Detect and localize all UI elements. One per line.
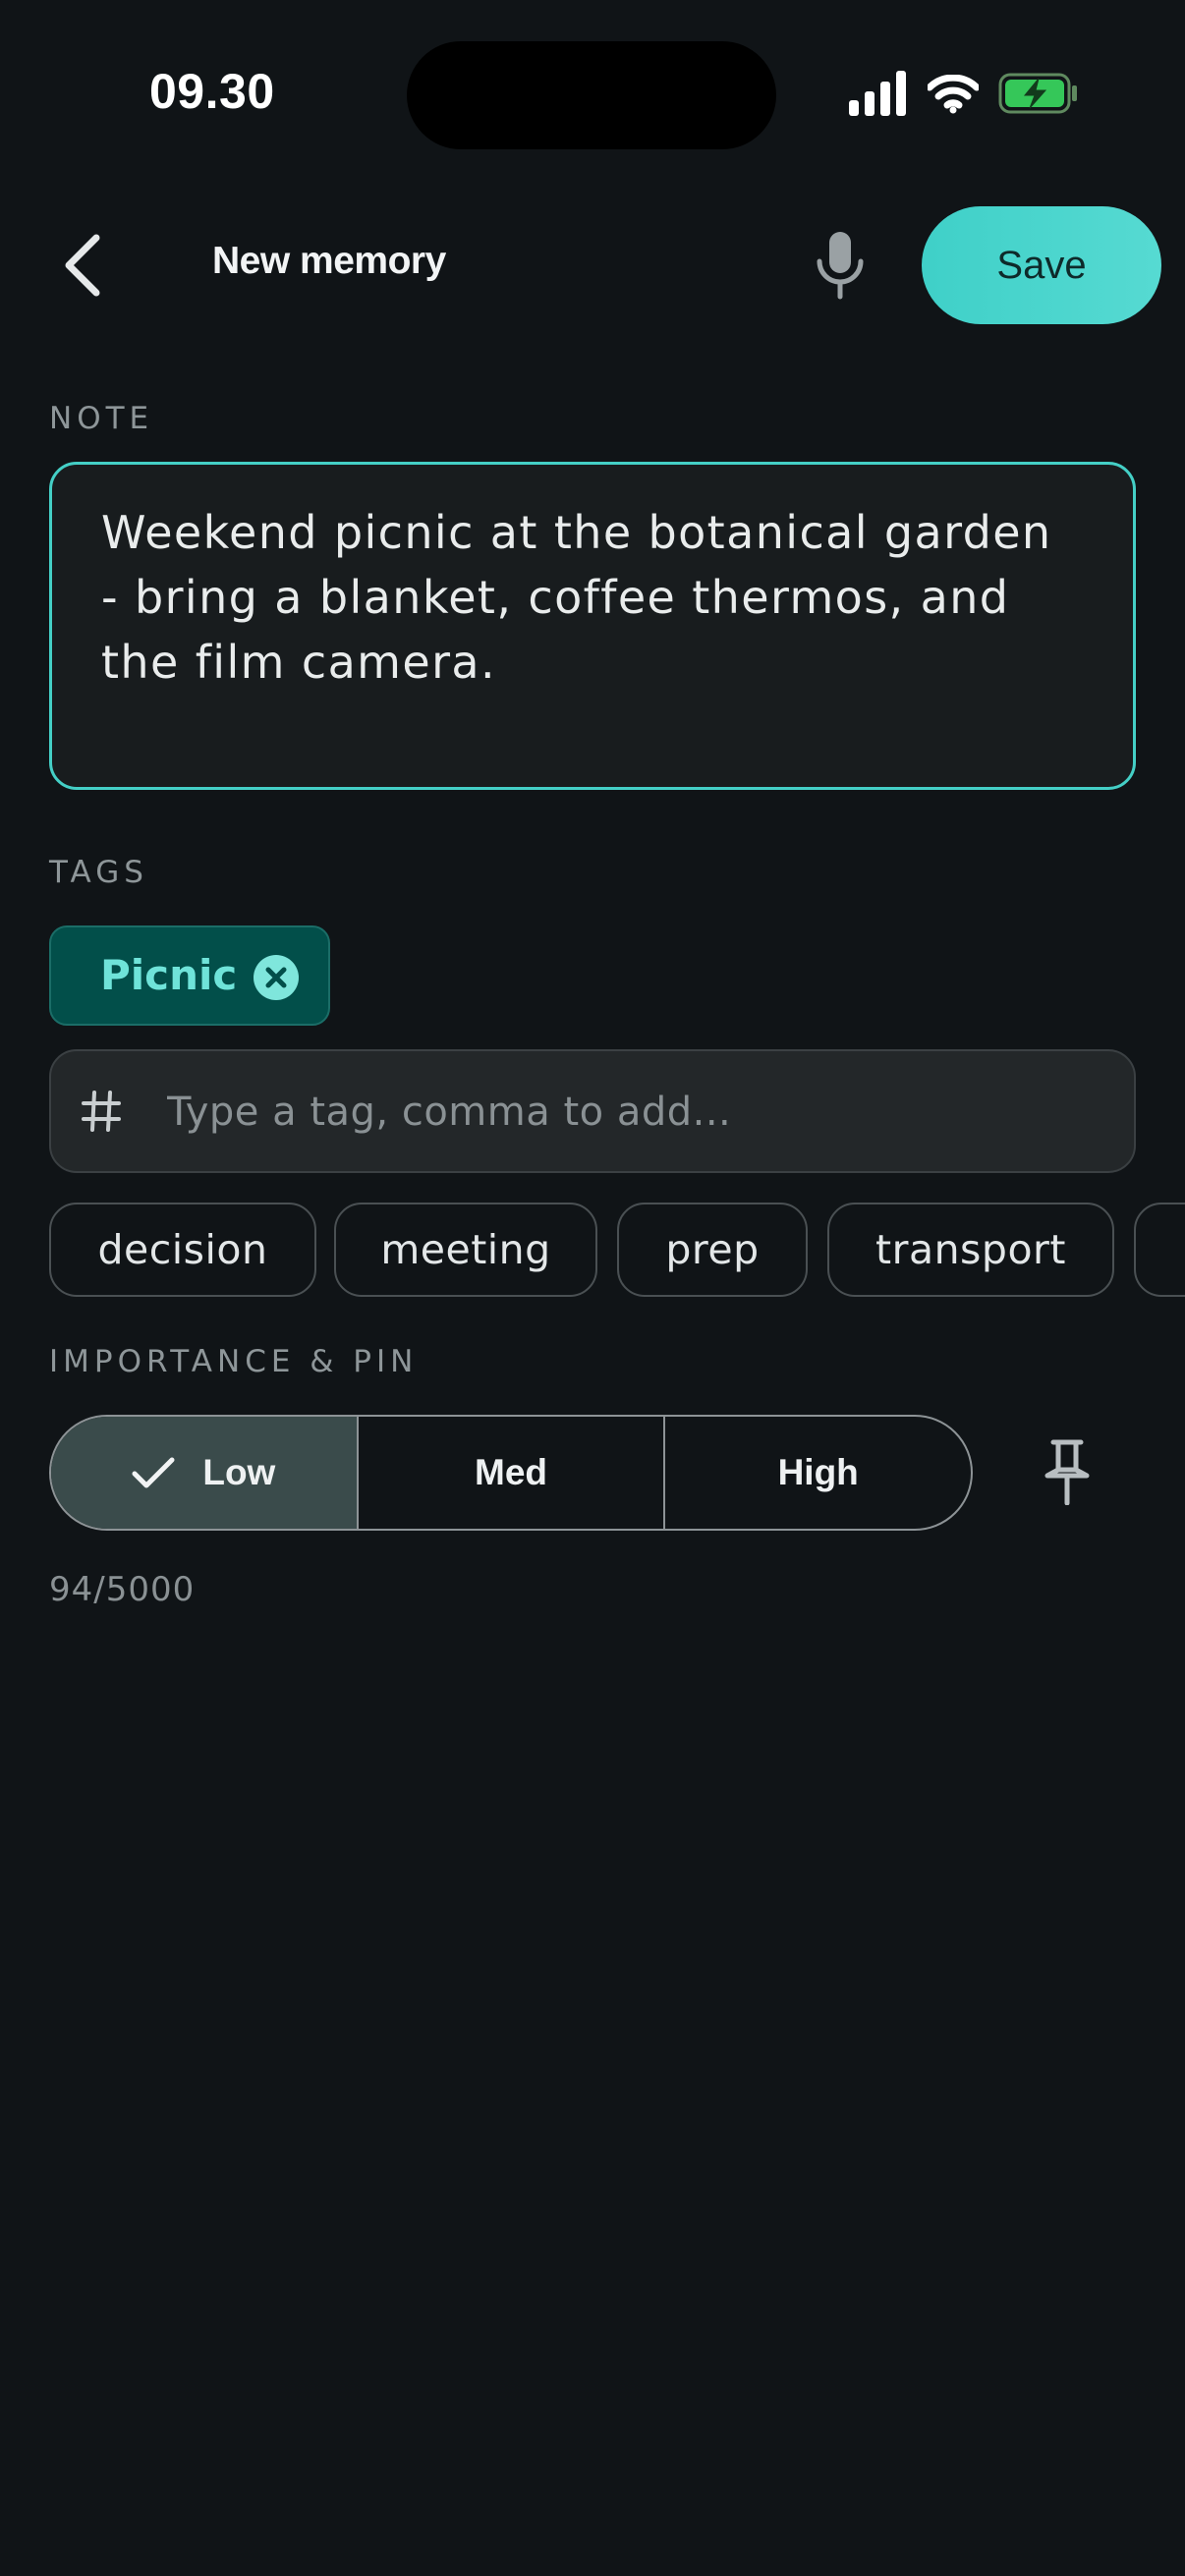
importance-segmented-control: Low Med High [49, 1415, 973, 1531]
cellular-signal-icon [849, 71, 906, 116]
suggestion-chip-meeting[interactable]: meeting [334, 1203, 597, 1297]
note-section-label: NOTE [49, 401, 154, 436]
tag-suggestions: decision meeting prep transport [49, 1203, 1185, 1297]
hash-icon [82, 1091, 121, 1132]
remove-tag-icon[interactable] [254, 955, 299, 1000]
suggestion-chip-decision[interactable]: decision [49, 1203, 316, 1297]
dynamic-island [407, 41, 776, 149]
note-textarea[interactable]: Weekend picnic at the botanical garden -… [49, 462, 1136, 790]
suggestion-chip-overflow[interactable] [1134, 1203, 1185, 1297]
save-button[interactable]: Save [922, 206, 1161, 324]
page-title: New memory [212, 240, 446, 282]
importance-high-option[interactable]: High [663, 1417, 971, 1529]
back-button[interactable] [55, 228, 110, 303]
pin-icon [1044, 1439, 1090, 1506]
selected-tag-chip: Picnic [49, 925, 330, 1026]
tag-input-container [49, 1049, 1136, 1173]
chevron-left-icon [65, 234, 100, 297]
pin-button[interactable] [1042, 1438, 1093, 1506]
importance-low-option[interactable]: Low [51, 1417, 357, 1529]
suggestion-chip-transport[interactable]: transport [827, 1203, 1114, 1297]
battery-charging-icon [998, 73, 1077, 114]
wifi-icon [928, 75, 979, 114]
checkmark-icon [132, 1457, 175, 1488]
importance-high-label: High [777, 1452, 859, 1492]
tag-input[interactable] [167, 1071, 1110, 1153]
importance-med-option[interactable]: Med [356, 1417, 664, 1529]
character-count: 94/5000 [49, 1570, 196, 1609]
tags-section-label: TAGS [49, 855, 148, 890]
suggestion-chip-prep[interactable]: prep [617, 1203, 808, 1297]
tag-chip-label: Picnic [100, 951, 238, 999]
importance-low-label: Low [202, 1452, 276, 1492]
status-time: 09.30 [149, 64, 275, 119]
importance-med-label: Med [475, 1452, 547, 1492]
dictation-button[interactable] [806, 228, 875, 303]
importance-section-label: IMPORTANCE & PIN [49, 1344, 419, 1379]
microphone-icon [817, 232, 864, 300]
